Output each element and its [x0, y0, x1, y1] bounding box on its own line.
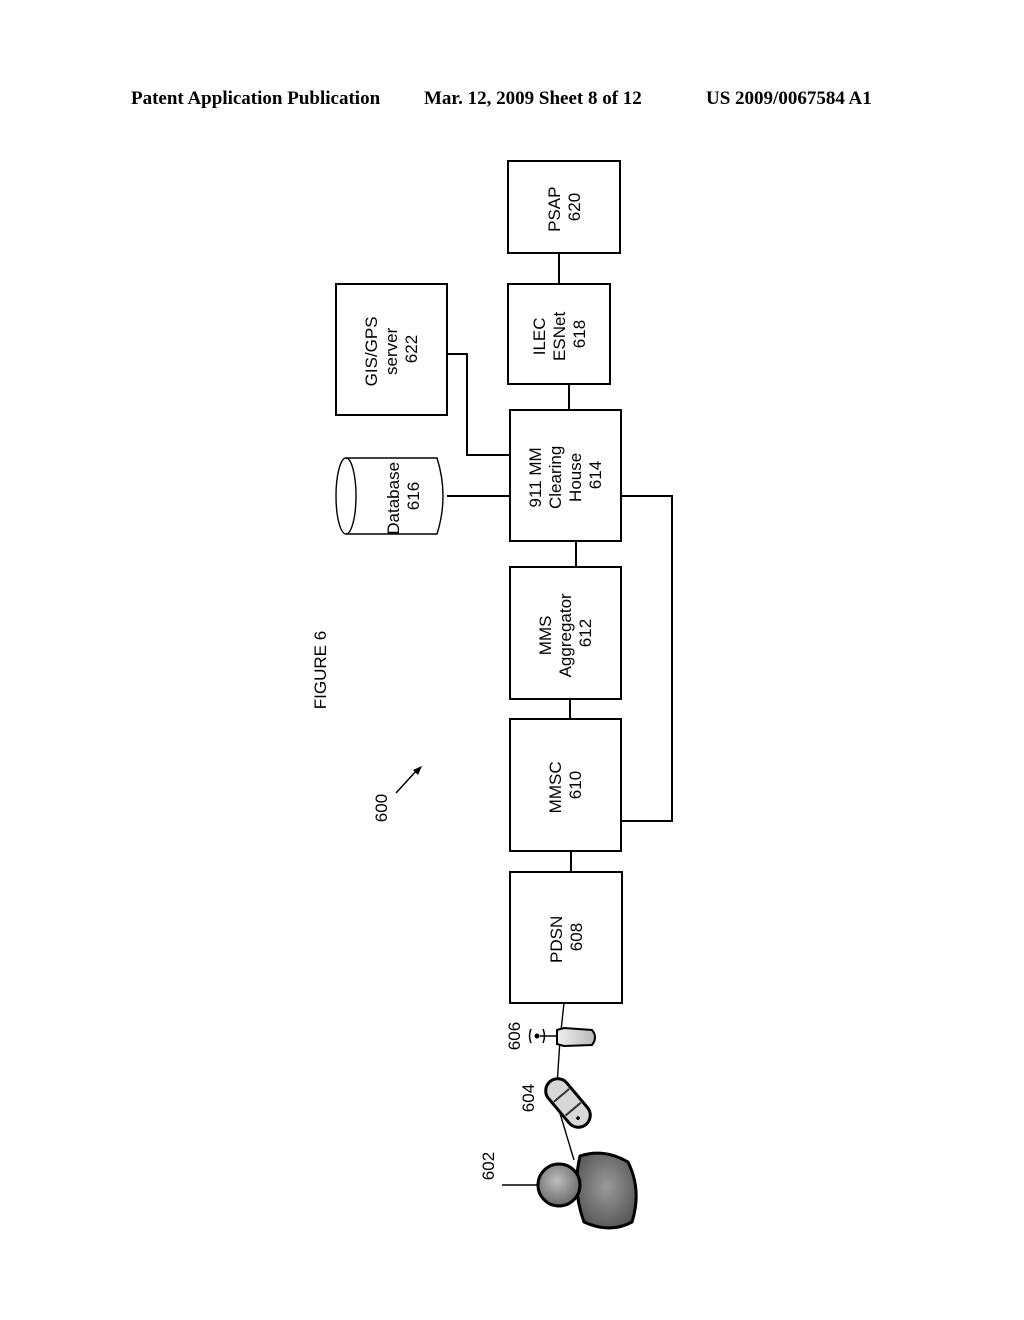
wire-gis-clearing — [447, 353, 510, 456]
database-label: Database 616 — [384, 457, 423, 535]
node-gis-gps-server: GIS/GPS server 622 — [335, 283, 448, 416]
node-pdsn: PDSN 608 — [509, 871, 623, 1004]
node-ilec-esnet: ILEC ESNet 618 — [507, 283, 611, 385]
pdsn-box — [509, 871, 623, 1004]
node-database: Database 616 — [335, 457, 444, 535]
node-psap: PSAP 620 — [507, 160, 621, 254]
figure-reference-number: 600 — [372, 794, 391, 822]
node-clearing-house: 911 MM Clearing House 614 — [509, 409, 622, 542]
user-person-icon — [536, 1151, 638, 1230]
mobile-phone-icon — [544, 1077, 592, 1129]
connectors — [447, 253, 673, 1161]
node-mmsc: MMSC 610 — [509, 718, 622, 852]
cell-tower-icon — [528, 1026, 596, 1048]
wire-clearing-mmsc-loop — [621, 495, 673, 822]
reference-arrow-icon — [395, 766, 422, 794]
psap-box — [507, 160, 621, 254]
tower-label: 606 — [505, 1022, 524, 1050]
user-label: 602 — [479, 1152, 498, 1180]
phone-label: 604 — [519, 1084, 538, 1112]
figure-caption: FIGURE 6 — [311, 631, 330, 709]
database-cylinder-end — [335, 457, 357, 535]
figure-6-diagram: PSAP 620 ILEC ESNet 618 GIS/GPS server 6… — [311, 160, 673, 1230]
node-mms-aggregator: MMS Aggregator 612 — [509, 566, 622, 700]
